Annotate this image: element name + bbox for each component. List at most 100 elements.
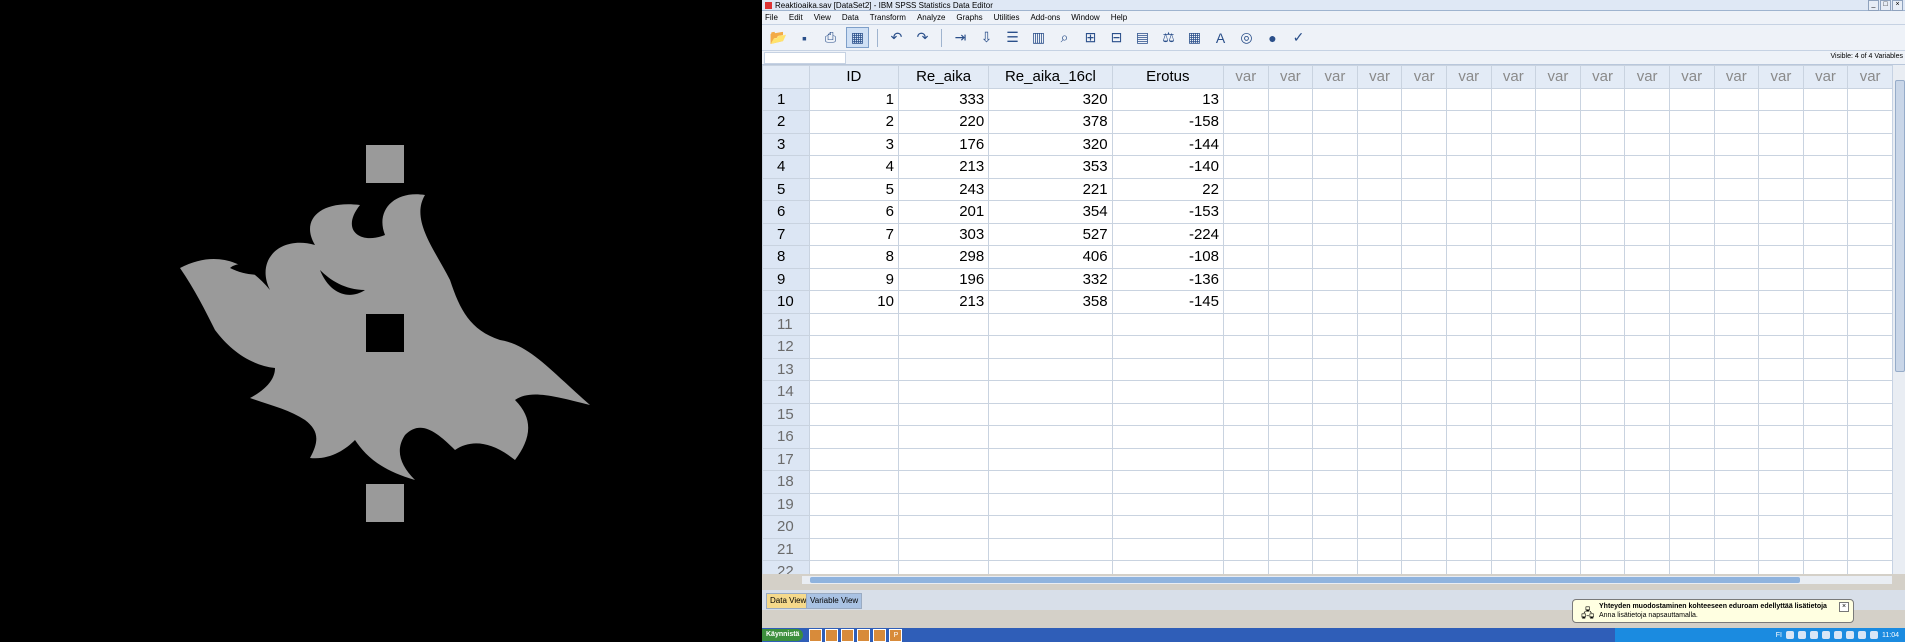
row-number-cell[interactable]: 10 — [762, 290, 810, 314]
empty-cell[interactable] — [1535, 447, 1581, 471]
empty-cell[interactable] — [1490, 245, 1537, 269]
menu-view[interactable]: View — [814, 13, 831, 22]
data-cell[interactable]: -158 — [1111, 110, 1224, 134]
empty-cell[interactable] — [1445, 515, 1492, 539]
empty-cell[interactable] — [1312, 357, 1358, 381]
empty-cell[interactable] — [1445, 357, 1492, 381]
empty-cell[interactable] — [1356, 222, 1403, 246]
empty-cell[interactable] — [1802, 312, 1849, 336]
save-icon[interactable]: ▪ — [794, 28, 815, 47]
empty-cell[interactable] — [1490, 425, 1537, 449]
empty-cell[interactable] — [1847, 447, 1893, 471]
data-cell[interactable]: 243 — [897, 177, 990, 201]
empty-cell[interactable] — [1668, 515, 1715, 539]
empty-cell[interactable] — [1222, 155, 1269, 179]
empty-cell[interactable] — [1356, 177, 1403, 201]
empty-cell[interactable] — [1579, 470, 1626, 494]
empty-cell[interactable] — [1668, 132, 1715, 156]
empty-cell[interactable] — [1668, 537, 1715, 561]
empty-cell[interactable] — [1267, 515, 1314, 539]
menu-analyze[interactable]: Analyze — [917, 13, 945, 22]
empty-cell[interactable] — [1668, 110, 1715, 134]
empty-cell[interactable] — [1312, 492, 1358, 516]
empty-cell[interactable] — [1222, 425, 1269, 449]
empty-cell[interactable] — [1267, 222, 1314, 246]
empty-cell[interactable] — [1535, 222, 1581, 246]
empty-cell[interactable] — [1535, 357, 1581, 381]
empty-cell[interactable] — [897, 380, 990, 404]
empty-cell[interactable] — [1490, 312, 1537, 336]
empty-cell[interactable] — [1713, 155, 1760, 179]
empty-cell[interactable] — [1490, 357, 1537, 381]
empty-cell[interactable] — [1668, 290, 1715, 314]
goto-variable-icon[interactable]: ⇩ — [976, 28, 997, 47]
empty-cell[interactable] — [1222, 492, 1269, 516]
empty-cell[interactable] — [1222, 132, 1269, 156]
empty-cell[interactable] — [1624, 200, 1670, 224]
empty-cell[interactable] — [1267, 110, 1314, 134]
empty-cell[interactable] — [988, 312, 1113, 336]
empty-cell[interactable] — [1579, 245, 1626, 269]
close-notification-button[interactable]: × — [1839, 602, 1849, 612]
empty-cell[interactable] — [1222, 515, 1269, 539]
network-notification-balloon[interactable]: 🖧 Yhteyden muodostaminen kohteeseen edur… — [1572, 599, 1854, 623]
empty-cell[interactable] — [1758, 132, 1804, 156]
tray-icon[interactable] — [1786, 631, 1794, 639]
empty-cell[interactable] — [1624, 447, 1670, 471]
tab-variable-view[interactable]: Variable View — [806, 593, 863, 609]
empty-cell[interactable] — [1668, 155, 1715, 179]
empty-cell[interactable] — [1713, 560, 1760, 574]
empty-cell[interactable] — [1802, 87, 1849, 111]
empty-cell[interactable] — [1490, 560, 1537, 574]
empty-cell[interactable] — [1802, 155, 1849, 179]
empty-cell[interactable] — [1535, 290, 1581, 314]
empty-cell[interactable] — [1624, 515, 1670, 539]
empty-cell[interactable] — [1758, 267, 1804, 291]
empty-cell[interactable] — [1579, 155, 1626, 179]
empty-cell[interactable] — [1802, 177, 1849, 201]
column-header-var[interactable]: var — [1758, 65, 1804, 89]
empty-cell[interactable] — [1401, 155, 1447, 179]
empty-cell[interactable] — [1356, 267, 1403, 291]
empty-cell[interactable] — [1802, 380, 1849, 404]
empty-cell[interactable] — [1758, 177, 1804, 201]
empty-cell[interactable] — [1445, 492, 1492, 516]
empty-cell[interactable] — [1445, 267, 1492, 291]
empty-cell[interactable] — [988, 335, 1113, 359]
close-button[interactable]: × — [1892, 0, 1903, 11]
empty-cell[interactable] — [1713, 380, 1760, 404]
empty-cell[interactable] — [1312, 402, 1358, 426]
empty-cell[interactable] — [1713, 177, 1760, 201]
empty-cell[interactable] — [1356, 492, 1403, 516]
empty-cell[interactable] — [1758, 110, 1804, 134]
empty-cell[interactable] — [1222, 110, 1269, 134]
data-cell[interactable]: 201 — [897, 200, 990, 224]
open-icon[interactable]: 📂 — [768, 28, 789, 47]
column-header-var[interactable]: var — [1312, 65, 1358, 89]
tray-icon[interactable] — [1822, 631, 1830, 639]
empty-cell[interactable] — [1579, 492, 1626, 516]
data-cell[interactable]: 1 — [808, 87, 899, 111]
empty-cell[interactable] — [1490, 110, 1537, 134]
empty-cell[interactable] — [1535, 267, 1581, 291]
tray-icon[interactable] — [1810, 631, 1818, 639]
empty-cell[interactable] — [1401, 312, 1447, 336]
empty-cell[interactable] — [1267, 200, 1314, 224]
split-file-icon[interactable]: ▤ — [1132, 28, 1153, 47]
empty-cell[interactable] — [1758, 312, 1804, 336]
empty-cell[interactable] — [1758, 560, 1804, 574]
empty-cell[interactable] — [1312, 380, 1358, 404]
empty-cell[interactable] — [1312, 177, 1358, 201]
empty-cell[interactable] — [1579, 425, 1626, 449]
empty-cell[interactable] — [1111, 492, 1224, 516]
empty-cell[interactable] — [1713, 357, 1760, 381]
empty-cell[interactable] — [1847, 470, 1893, 494]
quick-launch-icon[interactable] — [825, 628, 839, 642]
row-number-cell[interactable]: 1 — [762, 87, 810, 111]
empty-cell[interactable] — [1312, 425, 1358, 449]
empty-cell[interactable] — [1222, 560, 1269, 574]
empty-cell[interactable] — [1401, 425, 1447, 449]
empty-cell[interactable] — [1758, 380, 1804, 404]
empty-cell[interactable] — [1668, 470, 1715, 494]
empty-cell[interactable] — [1579, 110, 1626, 134]
